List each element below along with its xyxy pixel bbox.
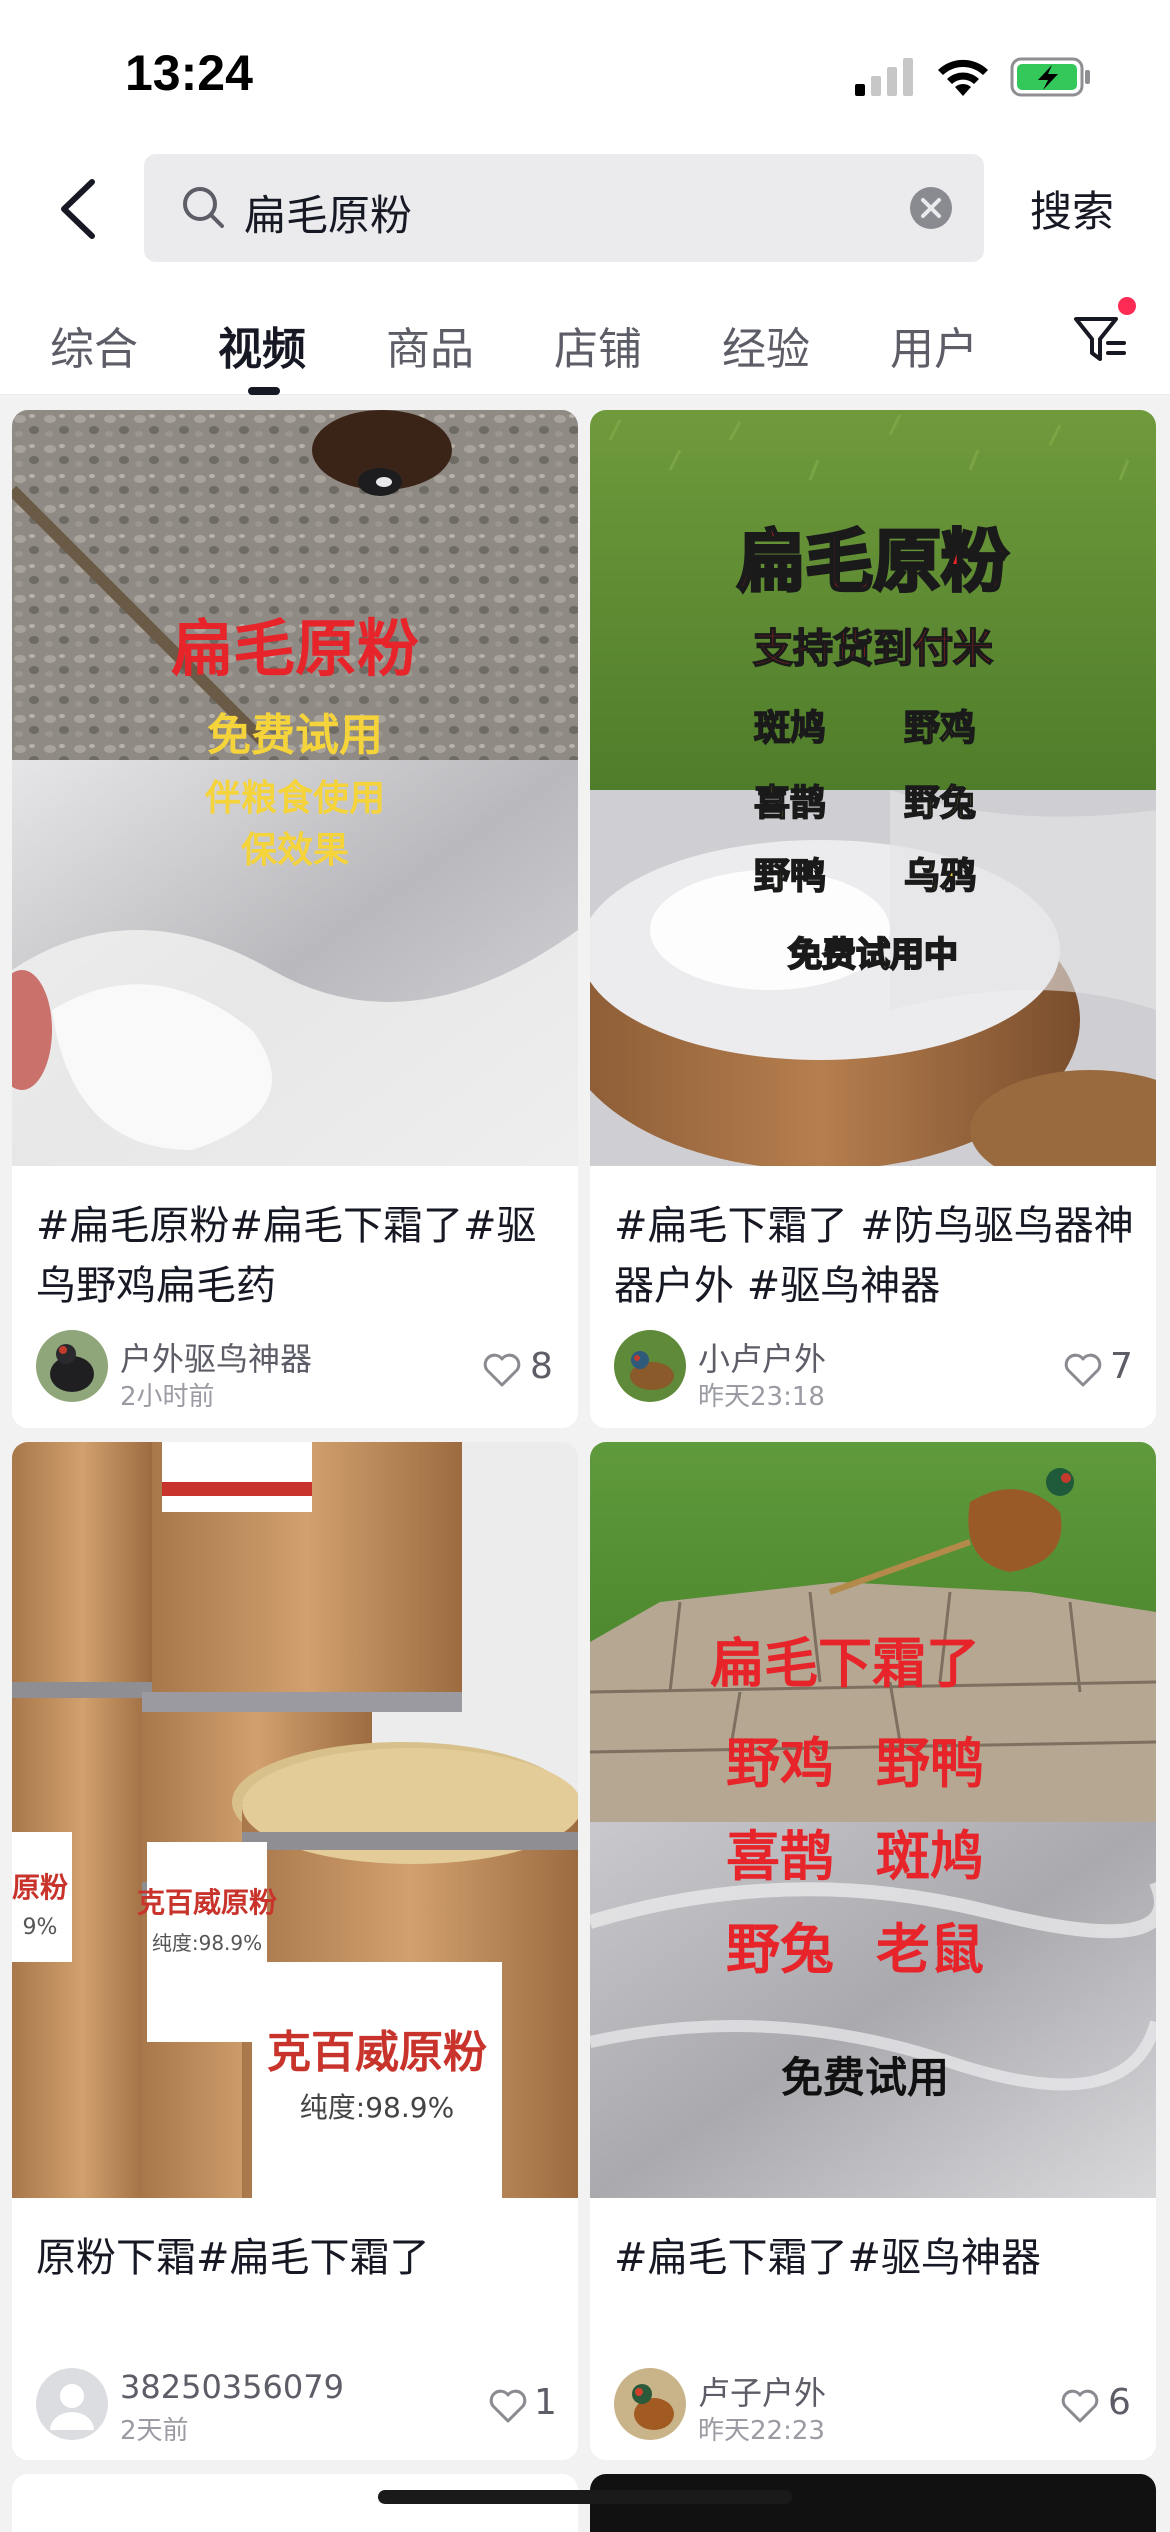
post-time: 2天前	[120, 2416, 189, 2446]
avatar[interactable]	[36, 1330, 108, 1402]
overlay-text: 乌鸦	[904, 856, 976, 897]
overlay-text: 免费试用	[781, 2053, 949, 2102]
author-name[interactable]: 户外驱鸟神器	[120, 1334, 312, 1380]
label-text: 9%	[23, 1915, 58, 1940]
avatar[interactable]	[614, 2368, 686, 2440]
back-arrow-icon[interactable]	[50, 176, 110, 242]
overlay-title-text: 扁毛原粉	[171, 612, 419, 685]
heart-icon[interactable]	[488, 2388, 528, 2424]
tab-users[interactable]: 用户	[890, 313, 978, 377]
label-text: 克百威原粉	[137, 1886, 277, 1919]
video-title[interactable]: #扁毛原粉#扁毛下霜了#驱鸟野鸡扁毛药	[36, 1196, 556, 1316]
wifi-icon	[938, 59, 988, 96]
status-time: 13:24	[125, 45, 253, 101]
search-icon	[183, 187, 224, 228]
author-name[interactable]: 38250356079	[120, 2368, 344, 2406]
overlay-text: 野鸡	[726, 1732, 834, 1795]
category-tabs: 综合 视频 商品 店铺 经验 用户	[0, 275, 1170, 395]
battery-charging-icon	[1010, 57, 1090, 97]
post-time: 2小时前	[120, 1382, 215, 1412]
default-avatar-icon[interactable]	[36, 2368, 108, 2440]
video-card[interactable]: 扁毛原粉 支持货到付米 斑鸠 野鸡 喜鹊 野兔 野鸭 乌鸦 免费试用中 #扁毛下…	[590, 410, 1156, 1428]
clear-icon[interactable]	[909, 186, 953, 230]
video-title[interactable]: 原粉下霜#扁毛下霜了	[36, 2228, 556, 2288]
post-time: 昨天22:23	[698, 2416, 825, 2446]
search-button[interactable]: 搜索	[1030, 178, 1114, 239]
overlay-text: 野兔	[904, 783, 976, 824]
search-query-text[interactable]: 扁毛原粉	[244, 182, 412, 243]
active-tab-indicator	[248, 387, 280, 395]
tab-comprehensive[interactable]: 综合	[50, 313, 138, 377]
tab-experience[interactable]: 经验	[722, 313, 810, 377]
filter-icon[interactable]	[1072, 313, 1128, 365]
overlay-text: 野兔	[726, 1918, 834, 1981]
heart-icon[interactable]	[482, 1352, 522, 1388]
status-bar: 13:24	[0, 0, 1170, 140]
overlay-text: 野鸭	[876, 1732, 984, 1795]
like-count: 8	[530, 1346, 553, 1387]
video-card[interactable]: 扁毛原粉 免费试用 伴粮食使用 保效果 #扁毛原粉#扁毛下霜了#驱鸟野鸡扁毛药 …	[12, 410, 578, 1428]
overlay-text: 斑鸠	[876, 1825, 984, 1888]
overlay-text: 斑鸠	[754, 708, 826, 749]
video-card[interactable]: 原粉 9% 克百威原粉 纯度:98.9% 克百威原粉 纯度:98.9% 原粉下霜…	[12, 1442, 578, 2460]
label-text: 纯度:98.9%	[152, 1931, 262, 1955]
like-count: 7	[1110, 1346, 1133, 1387]
like-count: 1	[534, 2382, 557, 2423]
overlay-title-text: 扁毛原粉	[737, 523, 1009, 602]
overlay-text: 伴粮食使用	[204, 778, 385, 819]
search-header: 扁毛原粉 搜索	[0, 140, 1170, 275]
video-title[interactable]: #扁毛下霜了#驱鸟神器	[614, 2228, 1134, 2288]
overlay-text: 免费试用中	[788, 935, 958, 975]
overlay-text: 野鸭	[754, 856, 826, 897]
filter-notification-dot	[1118, 297, 1136, 315]
video-thumbnail[interactable]: 扁毛原粉 免费试用 伴粮食使用 保效果	[12, 410, 578, 1166]
label-text: 纯度:98.9%	[300, 2091, 454, 2124]
like-count: 6	[1108, 2382, 1131, 2423]
search-input[interactable]: 扁毛原粉	[144, 154, 984, 262]
overlay-text: 免费试用	[207, 710, 383, 761]
overlay-text: 喜鹊	[754, 783, 826, 824]
heart-icon[interactable]	[1060, 2388, 1100, 2424]
video-thumbnail[interactable]: 扁毛原粉 支持货到付米 斑鸠 野鸡 喜鹊 野兔 野鸭 乌鸦 免费试用中	[590, 410, 1156, 1166]
overlay-title-text: 扁毛下霜了	[710, 1632, 980, 1695]
overlay-text: 老鼠	[876, 1918, 984, 1981]
label-text: 原粉	[12, 1871, 68, 1904]
author-name[interactable]: 小卢户外	[698, 1334, 826, 1380]
tab-video[interactable]: 视频	[218, 313, 306, 377]
overlay-text: 保效果	[241, 830, 349, 871]
tab-shops[interactable]: 店铺	[554, 313, 642, 377]
video-thumbnail[interactable]: 原粉 9% 克百威原粉 纯度:98.9% 克百威原粉 纯度:98.9%	[12, 1442, 578, 2198]
avatar[interactable]	[614, 1330, 686, 1402]
video-title[interactable]: #扁毛下霜了 #防鸟驱鸟器神器户外 #驱鸟神器	[614, 1196, 1134, 1316]
label-text: 克百威原粉	[267, 2027, 487, 2078]
post-time: 昨天23:18	[698, 1382, 825, 1412]
overlay-text: 喜鹊	[726, 1825, 834, 1888]
video-thumbnail[interactable]: 扁毛下霜了 野鸡 野鸭 喜鹊 斑鸠 野兔 老鼠 免费试用	[590, 1442, 1156, 2198]
overlay-text: 支持货到付米	[753, 626, 993, 672]
video-card[interactable]: 扁毛下霜了 野鸡 野鸭 喜鹊 斑鸠 野兔 老鼠 免费试用 #扁毛下霜了#驱鸟神器…	[590, 1442, 1156, 2460]
cellular-signal-icon	[855, 58, 913, 96]
tab-products[interactable]: 商品	[386, 313, 474, 377]
heart-icon[interactable]	[1063, 1352, 1103, 1388]
home-indicator[interactable]	[378, 2490, 792, 2504]
overlay-text: 野鸡	[904, 708, 976, 749]
author-name[interactable]: 卢子户外	[698, 2368, 826, 2414]
